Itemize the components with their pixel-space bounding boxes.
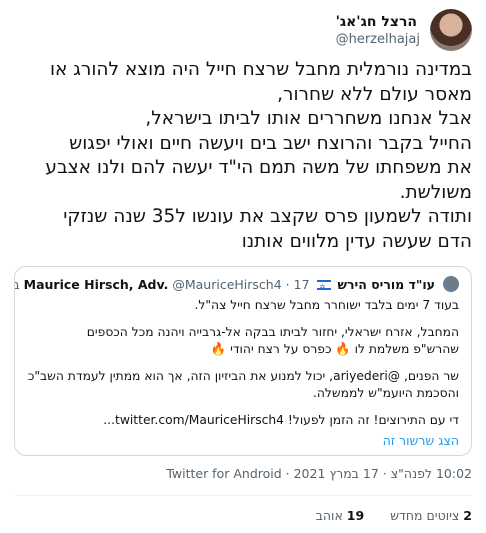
show-thread-link[interactable]: הצג שרשור זה <box>383 433 459 448</box>
meta-separator: · <box>378 466 387 481</box>
quoted-tweet-header: עו"ד מוריס הירש Maurice Hirsch, Adv. @Ma… <box>15 276 459 296</box>
israel-flag-icon <box>316 278 331 296</box>
meta-separator: · <box>281 466 290 481</box>
quoted-line-gap <box>25 402 459 412</box>
tweet-line: הדם שעשה עדין מלווים אותנו <box>241 230 472 252</box>
quoted-line: המחבל, אזרח ישראלי, יחזור לביתו בבקה אל-… <box>86 325 459 339</box>
tweet-date[interactable]: 17 במרץ 2021 <box>294 466 379 481</box>
quoted-author-name-he[interactable]: עו"ד מוריס הירש <box>338 277 436 292</box>
like-count: 19 <box>346 508 365 523</box>
tweet: הרצל חג'אג' @herzelhajaj במדינה נורמלית … <box>0 0 486 533</box>
tweet-line: את משפחתו של משה תמם הי"ד יעשה להם ולנו … <box>45 157 472 178</box>
tweet-stats: 2 ציוטים מחדש 19 אוהב <box>294 508 472 523</box>
tweet-line: במדינה נורמלית מחבל שרצח חייל היה מוצא ל… <box>49 59 472 80</box>
quoted-line: שר הפנים, @ariyederi, יכול למנוע את הביז… <box>27 369 459 383</box>
tweet-line: החייל בקבר והרוצח ישב בים ויעשה חיים ואו… <box>69 132 472 154</box>
quoted-line-gap <box>25 358 459 368</box>
quoted-line: די עם התירוצים! זה הזמן לפעול! twitter.c… <box>103 413 459 427</box>
tweet-line: אבל אנחנו משחררים אותו לביתו בישראל, <box>145 108 472 129</box>
author-names[interactable]: הרצל חג'אג' @herzelhajaj <box>336 13 420 48</box>
tweet-line: משולשת. <box>399 181 472 203</box>
author-avatar[interactable] <box>430 9 472 51</box>
quote-label: ציוטים מחדש <box>390 508 460 523</box>
tweet-text: במדינה נורמלית מחבל שרצח חייל היה מוצא ל… <box>12 58 472 254</box>
quoted-author-avatar[interactable] <box>443 276 459 292</box>
likes-stat[interactable]: 19 אוהב <box>316 508 365 523</box>
quoted-line-gap <box>25 314 459 324</box>
tweet-meta: 10:02 לפנה"צ · 17 במרץ 2021 · Twitter fo… <box>166 466 472 481</box>
quoted-line: בעוד 7 ימים בלבד ישוחרר מחבל שרצח חייל צ… <box>194 298 459 312</box>
tweet-line: מאסר עולם ללא שחרור, <box>277 83 472 105</box>
quoted-separator: · <box>285 277 290 292</box>
quoted-line: שהרש"פ משלמת לו 🔥 כפרס על רצח יהודי 🔥 <box>210 342 459 356</box>
quoted-tweet-text: בעוד 7 ימים בלבד ישוחרר מחבל שרצח חייל צ… <box>25 297 459 429</box>
quote-tweets-stat[interactable]: 2 ציוטים מחדש <box>390 508 472 523</box>
author-handle[interactable]: @herzelhajaj <box>336 31 420 48</box>
quote-count: 2 <box>463 508 472 523</box>
tweet-line: ותודה לשמעון פרס שקצב את עונשו ל35 שנה ש… <box>63 206 472 227</box>
quoted-tweet[interactable]: עו"ד מוריס הירש Maurice Hirsch, Adv. @Ma… <box>14 266 472 456</box>
author-display-name[interactable]: הרצל חג'אג' <box>336 13 417 31</box>
quoted-line: והסכמת היועמ"ש לממשלה. <box>312 386 459 400</box>
tweet-time[interactable]: 10:02 לפנה"צ <box>391 466 472 481</box>
tweet-source[interactable]: Twitter for Android <box>166 466 281 481</box>
tweet-header: הרצל חג'אג' @herzelhajaj <box>336 8 472 52</box>
quoted-author-handle[interactable]: @MauriceHirsch4 <box>172 277 281 292</box>
like-label: אוהב <box>315 508 343 523</box>
quoted-author-name-en[interactable]: Maurice Hirsch, Adv. <box>24 277 169 292</box>
divider <box>14 495 472 496</box>
